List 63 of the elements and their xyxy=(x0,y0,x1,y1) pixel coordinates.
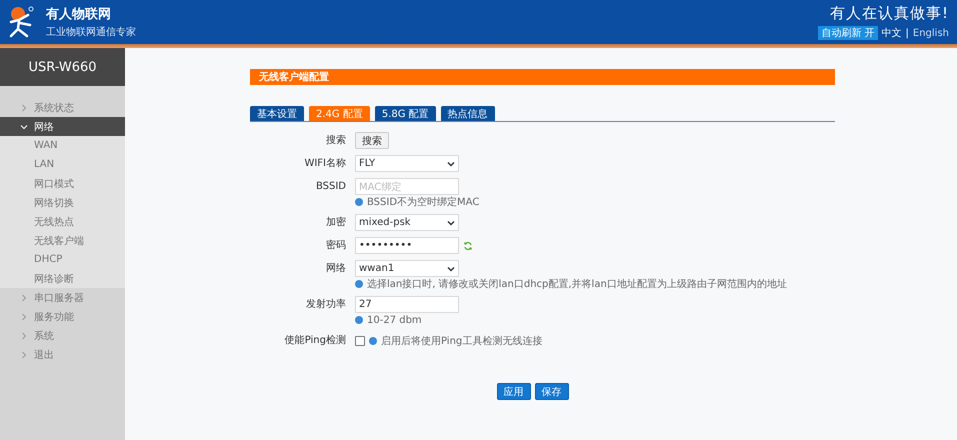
chevron-right-icon xyxy=(20,294,28,302)
sidebar-subitem[interactable]: 网络诊断 xyxy=(0,269,125,288)
checkbox[interactable] xyxy=(355,336,365,346)
tab[interactable]: 5.8G 配置 xyxy=(374,106,436,121)
chevron-right-icon xyxy=(20,312,28,320)
caret-icon xyxy=(447,218,455,226)
action-button[interactable]: 应用 xyxy=(496,383,530,400)
sidebar-subitem[interactable]: WAN xyxy=(0,136,125,155)
separator: | xyxy=(906,28,909,38)
hint-text: 启用后将使用Ping工具检测无线连接 xyxy=(381,334,542,348)
hint-text: 10-27 dbm xyxy=(367,314,422,326)
sidebar-subitem[interactable]: LAN xyxy=(0,155,125,174)
device-name: USR-W660 xyxy=(0,48,125,86)
sidebar-item[interactable]: 服务功能 xyxy=(0,307,125,326)
select-field[interactable]: FLY xyxy=(355,155,459,172)
sidebar-subitem[interactable]: 网络切换 xyxy=(0,193,125,212)
password-field[interactable]: ••••••••• xyxy=(355,237,459,254)
sidebar-item[interactable]: 网络 xyxy=(0,117,125,136)
sidebar-item[interactable]: 串口服务器 xyxy=(0,288,125,307)
sidebar-subitem[interactable]: 无线热点 xyxy=(0,212,125,231)
sidebar-item[interactable]: 退出 xyxy=(0,345,125,364)
chevron-right-icon xyxy=(20,332,28,340)
language-link[interactable]: English xyxy=(912,28,949,38)
sidebar-item[interactable]: 系统 xyxy=(0,326,125,345)
select-field[interactable]: wwan1 xyxy=(355,260,459,277)
input-field[interactable]: 27 xyxy=(355,296,459,313)
field-label: BSSID xyxy=(314,180,347,194)
sidebar-subitem[interactable]: DHCP xyxy=(0,250,125,269)
sidebar-item[interactable]: 系统状态 xyxy=(0,98,125,117)
tab[interactable]: 2.4G 配置 xyxy=(309,106,370,121)
caret-icon xyxy=(447,264,455,272)
brand-name: 有人物联网 xyxy=(46,6,112,23)
auto-refresh-badge[interactable]: 自动刷新 开 xyxy=(818,26,878,40)
tab[interactable]: 热点信息 xyxy=(440,106,495,121)
info-icon xyxy=(355,198,363,206)
field-label: 发射功率 xyxy=(305,298,347,312)
field-label: 网络 xyxy=(325,262,347,276)
field-label: 使能Ping检测 xyxy=(284,334,347,348)
chevron-right-icon xyxy=(20,350,28,358)
field-label: WIFI名称 xyxy=(303,157,347,171)
brand-tagline: 工业物联网通信专家 xyxy=(46,26,136,39)
sidebar-subitem[interactable]: 网口模式 xyxy=(0,174,125,193)
slogan: 有人在认真做事! xyxy=(830,4,949,23)
caret-icon xyxy=(447,160,455,168)
search-button[interactable]: 搜索 xyxy=(355,132,389,149)
field-label: 加密 xyxy=(325,216,347,230)
refresh-icon[interactable] xyxy=(463,240,473,250)
action-button[interactable]: 保存 xyxy=(534,383,568,400)
info-icon xyxy=(355,280,363,288)
hint-text: 选择lan接口时, 请修改或关闭lan口dhcp配置,并将lan口地址配置为上级路由子网范围内的地址 xyxy=(367,278,787,291)
language-link[interactable]: 中文 xyxy=(882,26,902,40)
chevron-down-icon xyxy=(20,122,28,130)
sidebar-subitem[interactable]: 无线客户端 xyxy=(0,231,125,250)
tab[interactable]: 基本设置 xyxy=(250,106,304,121)
section-title: 无线客户端配置 xyxy=(250,69,835,85)
info-icon xyxy=(369,336,377,344)
select-field[interactable]: mixed-psk xyxy=(355,214,459,231)
field-label: 搜索 xyxy=(325,134,347,148)
field-label: 密码 xyxy=(325,238,347,253)
chevron-right-icon xyxy=(20,104,28,112)
input-field[interactable]: MAC绑定 xyxy=(355,178,459,195)
hint-text: BSSID不为空时绑定MAC xyxy=(367,196,480,209)
info-icon xyxy=(355,316,363,324)
